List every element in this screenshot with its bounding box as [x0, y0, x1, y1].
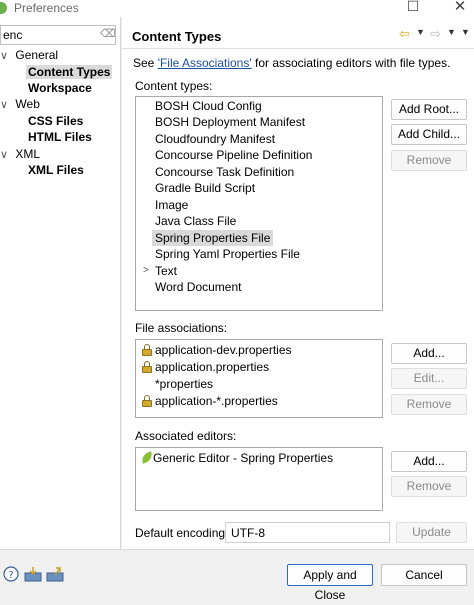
file-association-item[interactable]: application-dev.properties [155, 342, 292, 358]
content-type-item[interactable]: Concourse Pipeline Definition [155, 147, 312, 163]
filter-text: enc [3, 28, 23, 42]
add-file-association-button[interactable]: Add... [391, 343, 467, 364]
file-associations-list[interactable]: application-dev.properties application.p… [135, 339, 383, 418]
tree-item-xml-files[interactable]: XML Files [28, 162, 84, 178]
help-icon[interactable]: ? [3, 566, 19, 582]
window-title: Preferences [14, 1, 79, 15]
tree-item-general[interactable]: ∨ General [0, 47, 58, 63]
default-encoding-input[interactable]: UTF-8 [225, 522, 390, 543]
tree-item-label: General [15, 48, 59, 62]
export-icon[interactable] [46, 567, 64, 582]
default-encoding-label: Default encoding: [135, 526, 229, 540]
remove-content-type-button[interactable]: Remove [391, 150, 467, 171]
editor-item[interactable]: Generic Editor - Spring Properties [153, 450, 333, 466]
content-type-item[interactable]: BOSH Cloud Config [155, 98, 262, 114]
chevron-down-icon[interactable]: ▼ [447, 27, 456, 37]
edit-file-association-button[interactable]: Edit... [391, 368, 467, 389]
content-type-item[interactable]: Gradle Build Script [155, 180, 255, 196]
file-associations-label: File associations: [135, 321, 228, 335]
cancel-button[interactable]: Cancel [381, 564, 467, 586]
content-type-item-selected[interactable]: Spring Properties File [152, 230, 274, 246]
lock-icon [142, 361, 152, 373]
chevron-down-icon[interactable]: ∨ [0, 99, 8, 111]
add-root-button[interactable]: Add Root... [391, 99, 467, 120]
filter-input[interactable]: enc ⌫ [0, 25, 116, 45]
tree-item-workspace[interactable]: Workspace [28, 80, 92, 96]
content-types-tree[interactable]: BOSH Cloud Config BOSH Deployment Manife… [135, 96, 383, 311]
view-menu-icon[interactable]: ▼ [461, 27, 470, 37]
back-arrow-icon[interactable]: ⇦ [399, 26, 410, 42]
default-encoding-value: UTF-8 [231, 526, 265, 540]
maximize-button[interactable]: ☐ [402, 0, 424, 16]
file-associations-link[interactable]: 'File Associations' [158, 56, 252, 70]
tree-item-label: CSS Files [28, 114, 84, 128]
tree-item-html-files[interactable]: HTML Files [28, 129, 92, 145]
apply-and-close-button[interactable]: Apply and Close [287, 564, 373, 602]
tree-item-xml[interactable]: ∨ XML [0, 146, 40, 162]
tree-item-content-types[interactable]: Content Types [26, 64, 113, 80]
tree-item-label: HTML Files [28, 130, 92, 144]
close-button[interactable]: ✕ [448, 0, 472, 17]
chevron-down-icon[interactable]: ▼ [416, 27, 425, 37]
svg-text:?: ? [8, 570, 13, 581]
import-icon[interactable] [24, 567, 42, 582]
leaf-icon [139, 451, 155, 464]
associated-editors-list[interactable]: Generic Editor - Spring Properties [135, 447, 383, 511]
title-separator [122, 48, 474, 49]
content-type-item[interactable]: Spring Yaml Properties File [155, 246, 300, 262]
content-type-item[interactable]: Word Document [155, 279, 241, 295]
remove-file-association-button[interactable]: Remove [391, 394, 467, 415]
page-title: Content Types [132, 29, 222, 44]
tree-item-label: Content Types [26, 65, 113, 79]
content-type-item[interactable]: BOSH Deployment Manifest [155, 114, 305, 130]
description-text: See 'File Associations' for associating … [133, 56, 450, 70]
associated-editors-label: Associated editors: [135, 429, 237, 443]
chevron-down-icon[interactable]: ∨ [0, 50, 8, 62]
description-suffix: for associating editors with file types. [251, 56, 451, 70]
content-type-item[interactable]: Cloudfoundry Manifest [155, 131, 275, 147]
remove-editor-button[interactable]: Remove [391, 476, 467, 497]
content-type-item[interactable]: Text [155, 263, 177, 279]
tree-item-web[interactable]: ∨ Web [0, 96, 40, 112]
chevron-right-icon[interactable]: > [143, 263, 149, 279]
add-editor-button[interactable]: Add... [391, 451, 467, 472]
content-types-label: Content types: [135, 79, 213, 93]
file-association-item[interactable]: *properties [155, 376, 213, 392]
clear-filter-icon[interactable]: ⌫ [100, 27, 116, 43]
content-type-item[interactable]: Concourse Task Definition [155, 164, 294, 180]
file-association-item[interactable]: application-*.properties [155, 393, 278, 409]
tree-item-label: Workspace [28, 81, 92, 95]
description-prefix: See [133, 56, 158, 70]
content-type-item[interactable]: Java Class File [155, 213, 236, 229]
update-button[interactable]: Update [396, 522, 467, 543]
tree-item-css-files[interactable]: CSS Files [28, 113, 83, 129]
tree-item-label: XML Files [28, 163, 84, 177]
tree-item-label: Web [15, 97, 40, 111]
chevron-down-icon[interactable]: ∨ [0, 149, 8, 161]
lock-icon [142, 395, 152, 407]
file-association-item[interactable]: application.properties [155, 359, 269, 375]
add-child-button[interactable]: Add Child... [391, 124, 467, 145]
lock-icon [142, 344, 152, 356]
content-type-item[interactable]: Image [155, 197, 188, 213]
forward-arrow-icon[interactable]: ⇨ [430, 26, 441, 42]
tree-item-label: XML [15, 147, 41, 161]
